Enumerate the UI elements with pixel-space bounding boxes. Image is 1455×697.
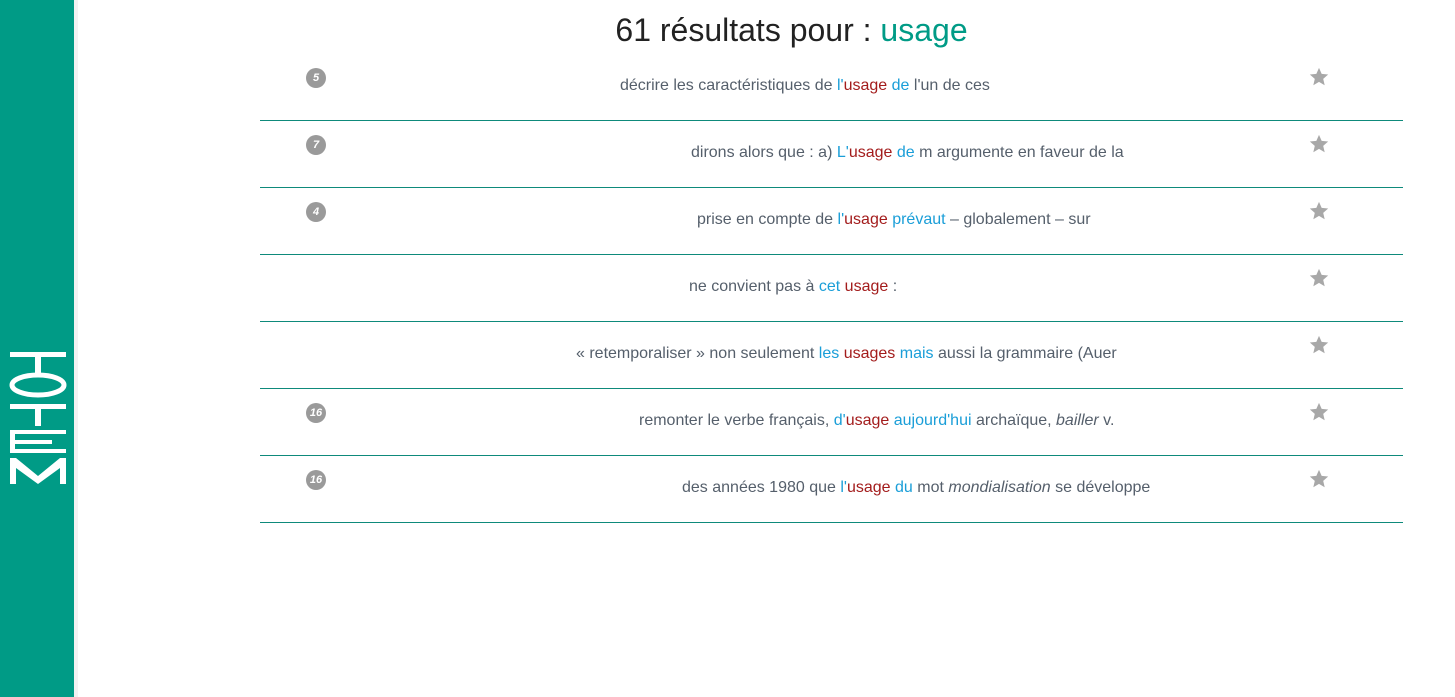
star-icon[interactable]	[1308, 200, 1330, 222]
collocate: les	[818, 345, 840, 362]
result-row[interactable]: ne convient pas à cet usage :	[260, 255, 1403, 322]
result-row[interactable]: 16 remonter le verbe français, d' usage au…	[260, 389, 1403, 456]
collocate: de	[891, 77, 910, 94]
collocate: aujourd'hui	[893, 412, 972, 429]
collocate: L'	[836, 144, 849, 161]
context-text: remonter le verbe français,	[639, 412, 834, 429]
collocate: l'	[837, 211, 845, 228]
context-text: m argumente en faveur de la	[914, 144, 1124, 161]
collocate: l'	[840, 479, 847, 496]
count-badge: 4	[306, 202, 326, 222]
concordance-line: décrire les caractéristiques de l' usage …	[620, 77, 990, 95]
sidebar	[0, 0, 74, 697]
concordance-line: ne convient pas à cet usage :	[689, 278, 897, 296]
context-text: se développe	[1050, 479, 1151, 496]
star-icon[interactable]	[1308, 401, 1330, 423]
query-term: usage	[880, 12, 968, 48]
count-badge: 16	[306, 470, 326, 490]
concordance-line: prise en compte de l' usage prévaut – glo…	[697, 211, 1091, 229]
result-row[interactable]: « retemporaliser » non seulement les usa…	[260, 322, 1403, 389]
concordance-line: « retemporaliser » non seulement les usa…	[576, 345, 1117, 363]
context-text: dirons alors que : a)	[691, 144, 837, 161]
totem-logo[interactable]	[0, 350, 74, 490]
result-row[interactable]: 16 des années 1980 que l' usage du mot mon…	[260, 456, 1403, 523]
star-icon[interactable]	[1308, 133, 1330, 155]
context-text: ne convient pas à	[689, 278, 819, 295]
star-icon[interactable]	[1308, 468, 1330, 490]
keyword: usage	[845, 412, 890, 429]
keyword: usage	[848, 144, 893, 161]
italic-text: mondialisation	[948, 479, 1051, 496]
keyword: usages	[843, 345, 896, 362]
count-badge: 7	[306, 135, 326, 155]
star-icon[interactable]	[1308, 66, 1330, 88]
keyword: usage	[844, 278, 889, 295]
collocate: l'	[836, 77, 844, 94]
collocate: d'	[833, 412, 846, 429]
context-text: décrire les caractéristiques de	[620, 77, 837, 94]
count-badge: 5	[306, 68, 326, 88]
count-badge: 16	[306, 403, 326, 423]
star-icon[interactable]	[1308, 334, 1330, 356]
collocate: mais	[899, 345, 934, 362]
concordance-line: des années 1980 que l' usage du mot mondi…	[682, 479, 1150, 497]
context-text: l'un de ces	[909, 77, 990, 94]
keyword: usage	[843, 77, 888, 94]
context-text: « retemporaliser » non seulement	[576, 345, 819, 362]
page-title: 61 résultats pour : usage	[0, 12, 1455, 49]
concordance-line: dirons alors que : a) L' usage de m argum…	[691, 144, 1124, 162]
keyword: usage	[846, 479, 891, 496]
results-list: 5 décrire les caractéristiques de l' usage…	[260, 54, 1403, 523]
sidebar-edge	[74, 0, 78, 697]
collocate: cet	[818, 278, 841, 295]
italic-text: bailler	[1056, 412, 1099, 429]
context-text: archaïque,	[971, 412, 1057, 429]
title-prefix: 61 résultats pour :	[615, 12, 881, 48]
context-text: – globalement – sur	[945, 211, 1091, 228]
star-icon[interactable]	[1308, 267, 1330, 289]
context-text: :	[888, 278, 898, 295]
context-text: aussi la grammaire (Auer	[933, 345, 1117, 362]
collocate: prévaut	[892, 211, 946, 228]
context-text: des années 1980 que	[682, 479, 841, 496]
collocate: de	[896, 144, 915, 161]
collocate: du	[895, 479, 913, 496]
context-text: prise en compte de	[697, 211, 838, 228]
concordance-line: remonter le verbe français, d' usage aujo…	[639, 412, 1114, 430]
context-text: mot	[912, 479, 949, 496]
result-row[interactable]: 7 dirons alors que : a) L' usage de m argu…	[260, 121, 1403, 188]
result-row[interactable]: 5 décrire les caractéristiques de l' usage…	[260, 54, 1403, 121]
context-text: v.	[1098, 412, 1115, 429]
keyword: usage	[844, 211, 888, 228]
result-row[interactable]: 4 prise en compte de l' usage prévaut – gl…	[260, 188, 1403, 255]
